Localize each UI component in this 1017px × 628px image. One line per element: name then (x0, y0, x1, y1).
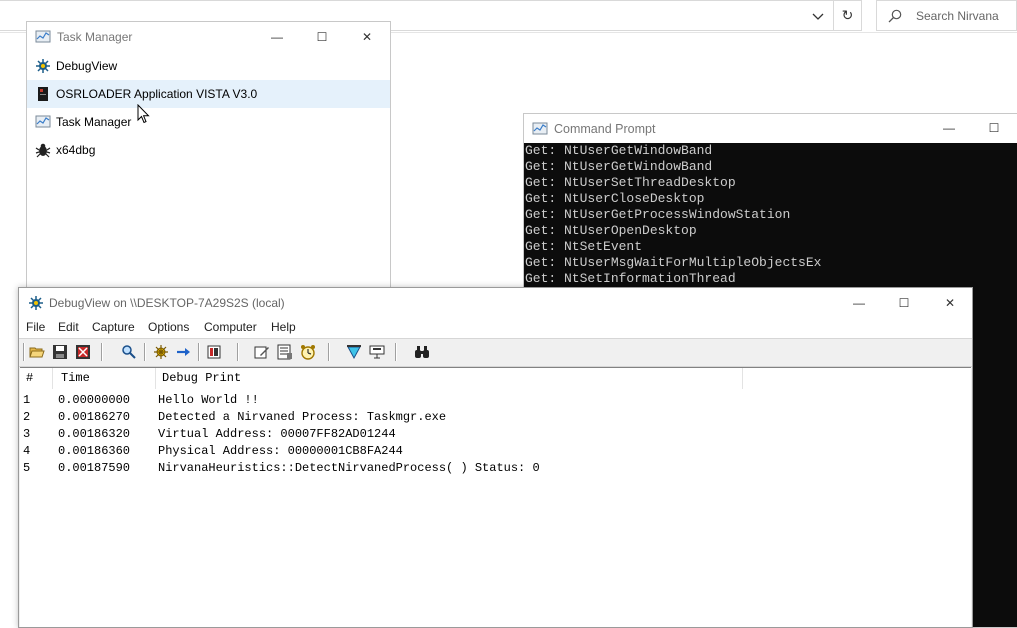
row-time: 0.00186320 (58, 427, 131, 441)
task-list-item-label: Task Manager (56, 115, 132, 129)
toolbar-separator (237, 343, 239, 361)
row-number: 2 (23, 410, 31, 424)
menu-file[interactable]: File (26, 320, 45, 334)
menu-options[interactable]: Options (148, 320, 189, 334)
capture-kernel-icon[interactable] (346, 344, 362, 360)
menu-bar: File Edit Capture Options Computer Help (19, 318, 972, 338)
task-list-item-osrloader[interactable]: OSRLOADER Application VISTA V3.0 (27, 80, 390, 108)
mouse-cursor-icon (137, 103, 150, 127)
console-line: Get: NtUserGetWindowBand (525, 159, 713, 174)
find-icon[interactable] (121, 344, 137, 360)
column-header-time[interactable]: Time (55, 368, 156, 389)
command-prompt-icon (532, 121, 548, 140)
search-placeholder: Search Nirvana (916, 9, 999, 23)
minimize-button[interactable]: — (926, 114, 972, 143)
command-prompt-titlebar[interactable]: Command Prompt — ☐ (524, 114, 1017, 143)
row-debug-print: Virtual Address: 00007FF82AD01244 (158, 427, 396, 441)
task-manager-icon (35, 114, 51, 130)
filter-highlight-icon[interactable] (206, 344, 222, 360)
table-row[interactable]: 2 0.00186270 Detected a Nirvaned Process… (20, 409, 971, 426)
console-line: Get: NtUserSetThreadDesktop (525, 175, 736, 190)
column-header-number[interactable]: # (20, 368, 53, 389)
debugview-titlebar[interactable]: DebugView on \\DESKTOP-7A29S2S (local) —… (19, 288, 972, 318)
task-list-item-label: DebugView (56, 59, 118, 73)
console-line: Get: NtUserGetProcessWindowStation (525, 207, 791, 222)
task-manager-titlebar[interactable]: Task Manager — ☐ ✕ (27, 22, 390, 52)
open-folder-icon[interactable] (29, 344, 45, 360)
search-icon (887, 8, 903, 24)
toolbar-separator (23, 343, 25, 361)
debug-output-list[interactable]: # Time Debug Print 1 0.00000000 Hello Wo… (20, 367, 971, 627)
row-debug-print: Detected a Nirvaned Process: Taskmgr.exe (158, 410, 447, 424)
task-list-item-task-manager[interactable]: Task Manager (27, 108, 390, 136)
row-number: 4 (23, 444, 31, 458)
menu-help[interactable]: Help (271, 320, 296, 334)
maximize-button[interactable]: ☐ (881, 288, 927, 318)
console-line: Get: NtUserCloseDesktop (525, 191, 705, 206)
console-line: Get: NtSetInformationThread (525, 271, 736, 286)
maximize-button[interactable]: ☐ (299, 22, 345, 52)
maximize-button[interactable]: ☐ (971, 114, 1017, 143)
binoculars-icon[interactable] (414, 344, 430, 360)
chevron-down-icon[interactable] (808, 8, 828, 26)
save-icon[interactable] (52, 344, 68, 360)
debugview-window: DebugView on \\DESKTOP-7A29S2S (local) —… (18, 287, 973, 628)
capture-icon[interactable] (153, 344, 169, 360)
table-row[interactable]: 1 0.00000000 Hello World !! (20, 392, 971, 409)
menu-capture[interactable]: Capture (92, 320, 135, 334)
console-line: Get: NtSetEvent (525, 239, 643, 254)
row-time: 0.00187590 (58, 461, 131, 475)
minimize-button[interactable]: — (254, 22, 300, 52)
row-debug-print: Physical Address: 00000001CB8FA244 (158, 444, 403, 458)
clock-icon[interactable] (300, 344, 316, 360)
toolbar (19, 338, 972, 367)
autoscroll-arrow-icon[interactable] (176, 344, 192, 360)
row-time: 0.00000000 (58, 393, 131, 407)
refresh-icon: ↻ (841, 7, 854, 23)
toolbar-separator (198, 343, 200, 361)
debugview-icon (28, 295, 44, 314)
debugview-icon (35, 58, 51, 74)
close-button[interactable]: ✕ (344, 22, 390, 52)
task-list-item-debugview[interactable]: DebugView (27, 52, 390, 80)
refresh-button[interactable]: ↻ (834, 0, 862, 31)
column-header-debug-print[interactable]: Debug Print (156, 368, 743, 389)
history-depth-icon[interactable] (277, 344, 293, 360)
task-list-item-x64dbg[interactable]: x64dbg (27, 136, 390, 164)
osrloader-icon (35, 86, 51, 102)
table-row[interactable]: 4 0.00186360 Physical Address: 00000001C… (20, 443, 971, 460)
table-row[interactable]: 5 0.00187590 NirvanaHeuristics::DetectNi… (20, 460, 971, 477)
task-list-item-label: OSRLOADER Application VISTA V3.0 (56, 87, 258, 101)
window-title: Command Prompt (554, 122, 656, 136)
edit-filter-icon[interactable] (254, 344, 270, 360)
console-line: Get: NtUserGetWindowBand (525, 143, 713, 158)
close-button[interactable]: ✕ (927, 288, 973, 318)
minimize-button[interactable]: — (836, 288, 882, 318)
window-title: DebugView on \\DESKTOP-7A29S2S (local) (49, 296, 285, 310)
row-debug-print: Hello World !! (158, 393, 259, 407)
row-number: 3 (23, 427, 31, 441)
console-line: Get: NtUserOpenDesktop (525, 223, 697, 238)
task-manager-window: Task Manager — ☐ ✕ DebugView OSRLOADER A… (26, 21, 391, 291)
row-number: 5 (23, 461, 31, 475)
row-time: 0.00186360 (58, 444, 131, 458)
task-manager-icon (35, 29, 51, 48)
clear-display-icon[interactable] (75, 344, 91, 360)
toolbar-separator (328, 343, 330, 361)
row-debug-print: NirvanaHeuristics::DetectNirvanedProcess… (158, 461, 540, 475)
toolbar-separator (395, 343, 397, 361)
menu-edit[interactable]: Edit (58, 320, 79, 334)
x64dbg-bug-icon (35, 142, 51, 158)
menu-computer[interactable]: Computer (204, 320, 257, 334)
row-time: 0.00186270 (58, 410, 131, 424)
table-row[interactable]: 3 0.00186320 Virtual Address: 00007FF82A… (20, 426, 971, 443)
console-line: Get: NtUserMsgWaitForMultipleObjectsEx (525, 255, 822, 270)
task-list-item-label: x64dbg (56, 143, 96, 157)
row-number: 1 (23, 393, 31, 407)
search-input[interactable]: Search Nirvana (876, 0, 1017, 31)
toolbar-separator (101, 343, 103, 361)
window-title: Task Manager (57, 30, 133, 44)
capture-events-icon[interactable] (369, 344, 385, 360)
toolbar-separator (144, 343, 146, 361)
